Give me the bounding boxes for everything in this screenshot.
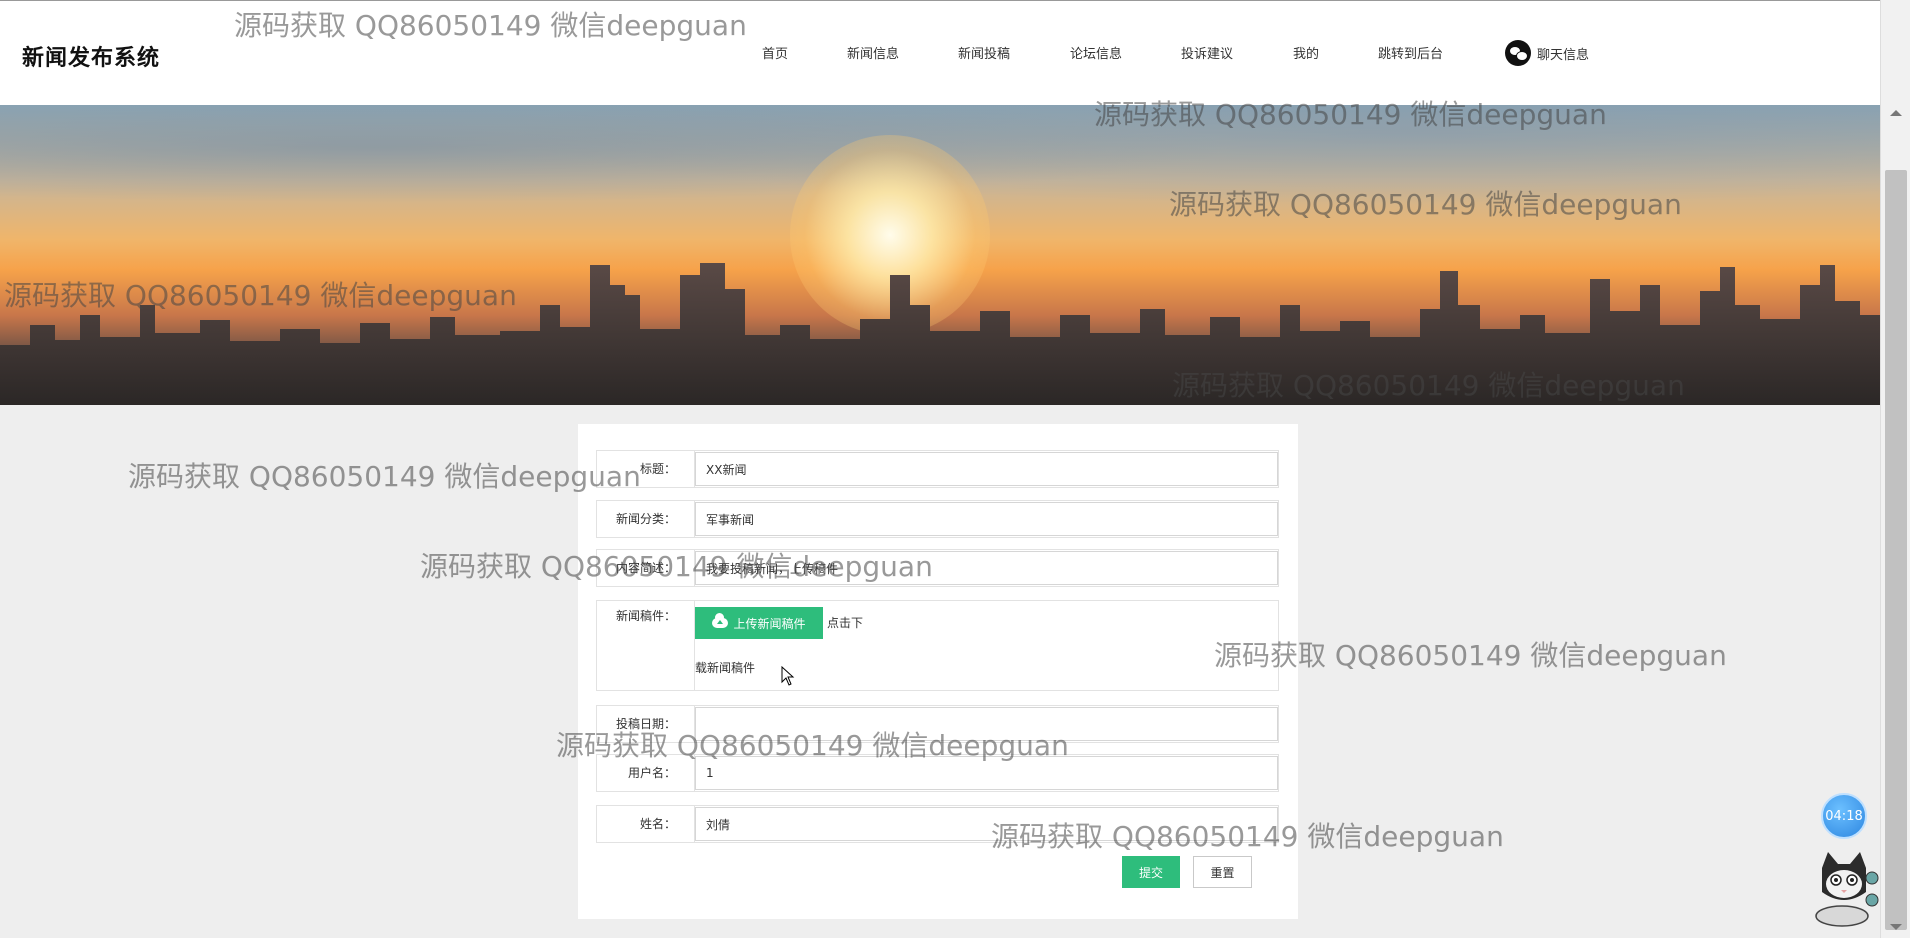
date-label: 投稿日期： bbox=[597, 706, 695, 742]
title-input[interactable] bbox=[695, 452, 1278, 486]
scroll-up-icon[interactable] bbox=[1890, 110, 1902, 116]
nav-mine[interactable]: 我的 bbox=[1293, 43, 1319, 62]
submission-form: 标题： 新闻分类： 内容简述： 新闻稿件： 上传新闻稿件 点击下 载新闻稿件 投… bbox=[578, 424, 1298, 919]
form-row-date: 投稿日期： bbox=[596, 705, 1279, 743]
reset-button[interactable]: 重置 bbox=[1193, 856, 1252, 888]
name-input[interactable] bbox=[695, 807, 1278, 841]
nav-forum[interactable]: 论坛信息 bbox=[1070, 43, 1122, 62]
username-input[interactable] bbox=[695, 756, 1278, 790]
submit-button[interactable]: 提交 bbox=[1122, 856, 1180, 888]
city-skyline bbox=[0, 263, 1880, 405]
form-row-title: 标题： bbox=[596, 450, 1279, 488]
form-row-manuscript: 新闻稿件： 上传新闻稿件 点击下 载新闻稿件 bbox=[596, 600, 1279, 691]
form-row-summary: 内容简述： bbox=[596, 549, 1279, 587]
summary-label: 内容简述： bbox=[597, 550, 695, 586]
form-row-username: 用户名： bbox=[596, 754, 1279, 792]
scroll-thumb[interactable] bbox=[1885, 170, 1907, 930]
category-label: 新闻分类： bbox=[597, 501, 695, 537]
chat-link[interactable]: 聊天信息 bbox=[1505, 39, 1589, 67]
nav-news-submit[interactable]: 新闻投稿 bbox=[958, 43, 1010, 62]
top-header: 新闻发布系统 首页 新闻信息 新闻投稿 论坛信息 投诉建议 我的 跳转到后台 聊… bbox=[0, 0, 1880, 105]
download-link-part1[interactable]: 点击下 bbox=[827, 614, 863, 631]
chat-label: 聊天信息 bbox=[1537, 47, 1590, 63]
upload-button-label: 上传新闻稿件 bbox=[733, 616, 806, 631]
page-scrollbar[interactable] bbox=[1880, 0, 1910, 938]
category-input[interactable] bbox=[695, 502, 1278, 536]
form-row-name: 姓名： bbox=[596, 805, 1279, 843]
form-row-category: 新闻分类： bbox=[596, 500, 1279, 538]
nav-home[interactable]: 首页 bbox=[762, 43, 788, 62]
upload-manuscript-button[interactable]: 上传新闻稿件 bbox=[695, 607, 823, 639]
wechat-icon bbox=[1505, 40, 1531, 66]
username-label: 用户名： bbox=[597, 755, 695, 791]
timer-badge[interactable]: 04:18 bbox=[1821, 793, 1867, 839]
hero-banner bbox=[0, 105, 1880, 405]
download-link-part2[interactable]: 载新闻稿件 bbox=[695, 659, 755, 676]
nav-news-info[interactable]: 新闻信息 bbox=[847, 43, 899, 62]
name-label: 姓名： bbox=[597, 806, 695, 842]
title-label: 标题： bbox=[597, 451, 695, 487]
nav-complaints[interactable]: 投诉建议 bbox=[1181, 43, 1233, 62]
cloud-upload-icon bbox=[712, 613, 729, 628]
mouse-cursor-icon bbox=[781, 666, 795, 686]
mascot-icon bbox=[1815, 852, 1879, 927]
manuscript-label: 新闻稿件： bbox=[597, 601, 695, 690]
watermark: 源码获取 QQ86050149 微信deepguan bbox=[128, 460, 641, 493]
date-input[interactable] bbox=[695, 707, 1278, 741]
site-brand[interactable]: 新闻发布系统 bbox=[22, 40, 160, 72]
summary-input[interactable] bbox=[695, 551, 1278, 585]
scroll-down-icon[interactable] bbox=[1890, 924, 1902, 930]
nav-admin[interactable]: 跳转到后台 bbox=[1378, 43, 1443, 62]
